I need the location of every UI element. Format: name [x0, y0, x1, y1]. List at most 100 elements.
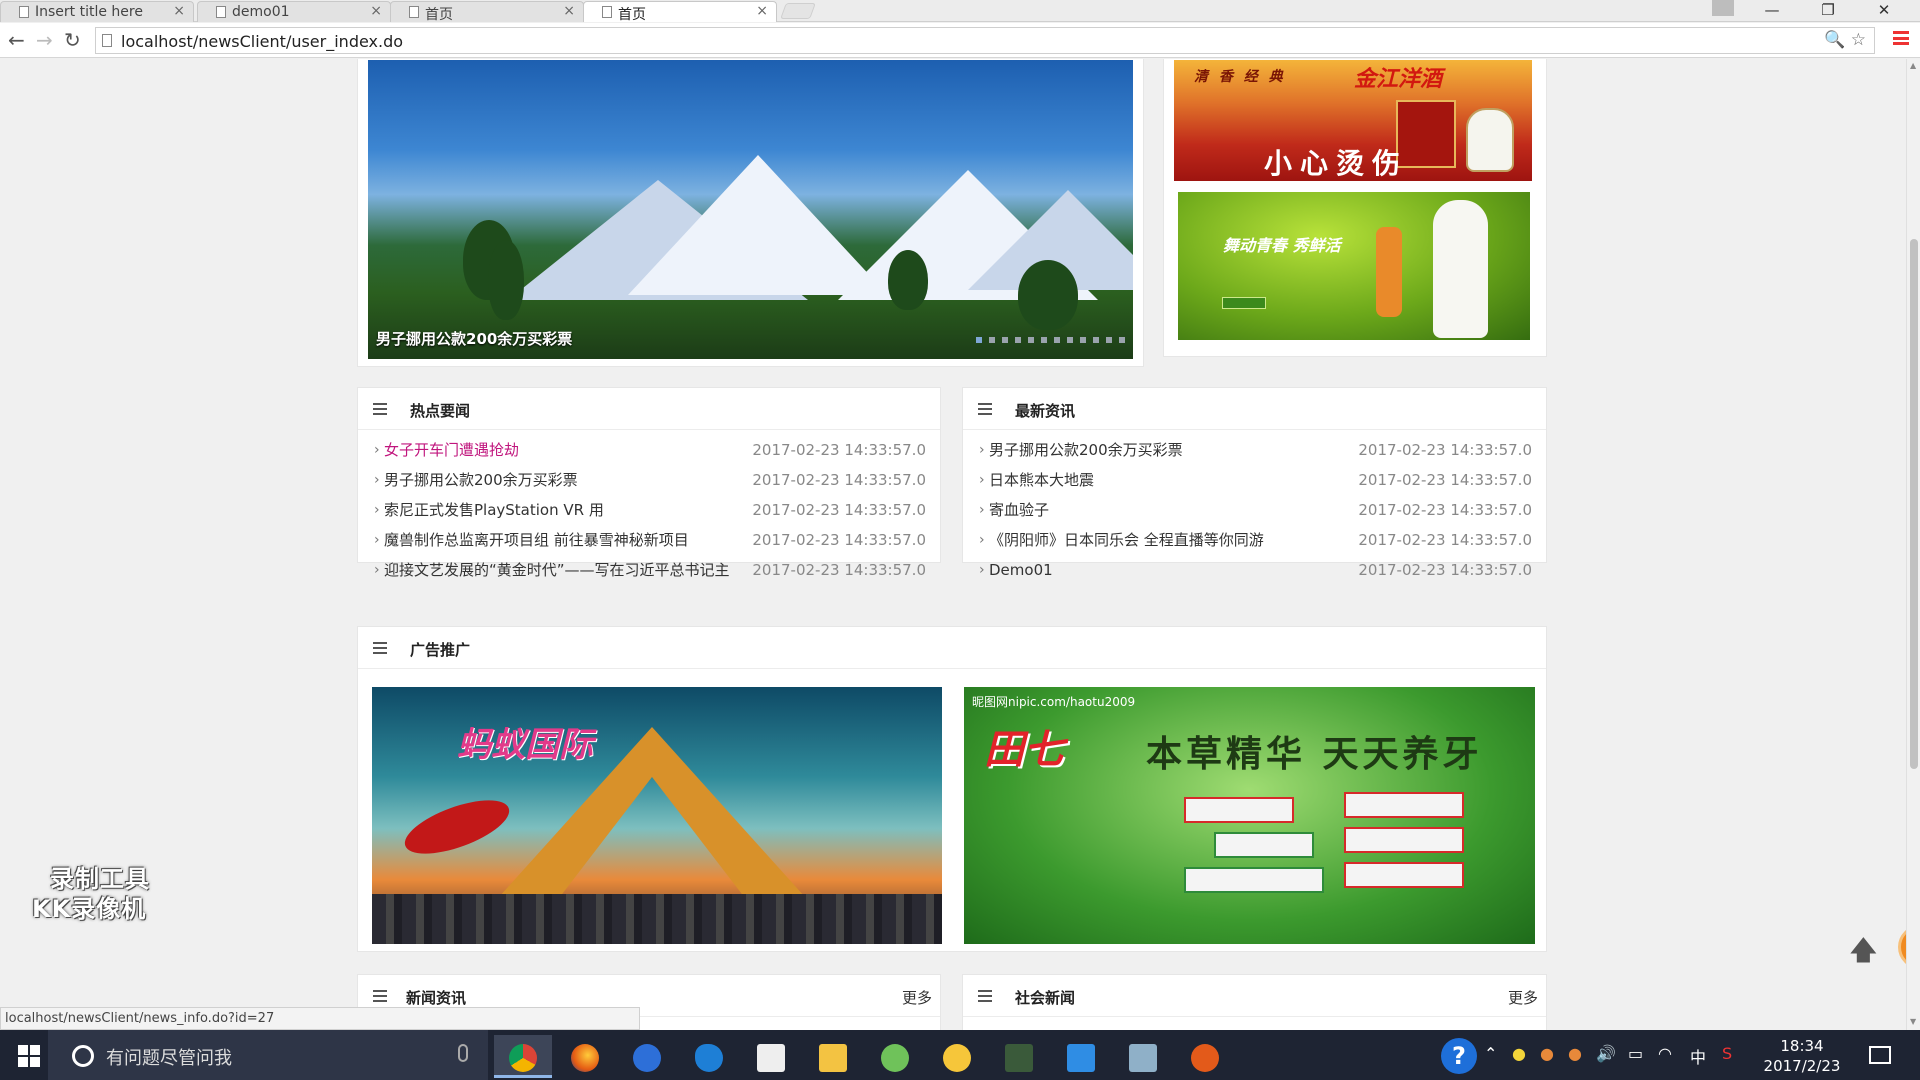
ime-indicator[interactable]: 中 [1690, 1044, 1706, 1068]
page-info-icon[interactable] [102, 34, 112, 47]
edge-taskbar-icon[interactable] [680, 1035, 738, 1078]
slider-dot[interactable] [1015, 337, 1021, 343]
news-link[interactable]: 女子开车门遭遇抢劫 [384, 439, 519, 461]
tray-app-icon[interactable]: ● [1568, 1044, 1582, 1063]
tray-app-icon[interactable]: ● [1540, 1044, 1554, 1063]
battery-icon[interactable]: ▭ [1628, 1044, 1643, 1063]
sogou-browser-taskbar-icon[interactable] [618, 1035, 676, 1078]
scrollbar-thumb[interactable] [1910, 239, 1918, 769]
cortana-search-box[interactable]: 有问题尽管问我 [48, 1030, 488, 1080]
slider-dot[interactable] [1080, 337, 1086, 343]
more-link[interactable]: 更多 [902, 987, 932, 1008]
slider-caption[interactable]: 男子挪用公款200余万买彩票 [376, 328, 572, 349]
firefox-taskbar-icon[interactable] [556, 1035, 614, 1078]
sogou-ime-icon[interactable]: S [1722, 1044, 1732, 1063]
forward-icon[interactable]: → [36, 28, 53, 52]
list-item[interactable]: › 女子开车门遭遇抢劫 2017-02-23 14:33:57.0 [374, 439, 926, 469]
app-taskbar-icon[interactable] [1052, 1035, 1110, 1078]
windows-start-icon[interactable] [18, 1045, 40, 1067]
browser-tab[interactable]: demo01 × [197, 1, 391, 22]
browser-tab[interactable]: 首页 × [390, 1, 584, 22]
app-taskbar-icon[interactable] [990, 1035, 1048, 1078]
app-taskbar-icon[interactable] [1176, 1035, 1234, 1078]
list-item[interactable]: › 男子挪用公款200余万买彩票 2017-02-23 14:33:57.0 [374, 469, 926, 499]
close-tab-icon[interactable]: × [563, 3, 575, 19]
scroll-down-icon[interactable]: ▼ [1910, 1017, 1916, 1026]
news-link[interactable]: 魔兽制作总监离开项目组 前往暴雪神秘新项目 [384, 529, 689, 551]
news-date: 2017-02-23 14:33:57.0 [752, 501, 926, 519]
slider-dot[interactable] [1041, 337, 1047, 343]
help-icon[interactable]: ? [1441, 1038, 1477, 1074]
minimize-icon[interactable]: — [1744, 0, 1800, 22]
microphone-icon[interactable] [458, 1044, 468, 1062]
close-window-icon[interactable]: ✕ [1856, 0, 1912, 22]
back-icon[interactable]: ← [8, 28, 25, 52]
news-date: 2017-02-23 14:33:57.0 [752, 441, 926, 459]
store-taskbar-icon[interactable] [742, 1035, 800, 1078]
slider-dot[interactable] [1028, 337, 1034, 343]
list-item[interactable]: › 男子挪用公款200余万买彩票 2017-02-23 14:33:57.0 [979, 439, 1532, 469]
news-link[interactable]: 寄血验子 [989, 499, 1049, 521]
toothpaste-banner-ad[interactable]: 昵图网nipic.com/haotu2009 田七 本草精华 天天养牙 [964, 687, 1535, 944]
app-taskbar-icon[interactable] [1114, 1035, 1172, 1078]
news-link[interactable]: 日本熊本大地震 [989, 469, 1094, 491]
address-bar[interactable]: localhost/newsClient/user_index.do 🔍 ☆ [95, 27, 1875, 54]
file-explorer-taskbar-icon[interactable] [804, 1035, 862, 1078]
wifi-icon[interactable]: ◠ [1658, 1044, 1672, 1063]
list-item[interactable]: › 魔兽制作总监离开项目组 前往暴雪神秘新项目 2017-02-23 14:33:5… [374, 529, 926, 559]
slider-dot[interactable] [1119, 337, 1125, 343]
more-link[interactable]: 更多 [1508, 987, 1538, 1008]
list-item[interactable]: › 迎接文艺发展的“黄金时代”——写在习近平总书记主 2017-02-23 14:3… [374, 559, 926, 589]
news-link[interactable]: 《阴阳师》日本同乐会 全程直播等你同游 [989, 529, 1264, 551]
news-link[interactable]: 迎接文艺发展的“黄金时代”——写在习近平总书记主 [384, 559, 730, 581]
browser-toolbar: ← → ↻ localhost/newsClient/user_index.do… [0, 23, 1920, 58]
close-tab-icon[interactable]: × [173, 3, 185, 19]
browser-tab-active[interactable]: 首页 × [583, 1, 777, 22]
scroll-up-icon[interactable]: ▲ [1910, 61, 1916, 70]
list-item[interactable]: › 《阴阳师》日本同乐会 全程直播等你同游 2017-02-23 14:33:57.… [979, 529, 1532, 559]
chrome-taskbar-icon[interactable] [494, 1035, 552, 1078]
new-tab-button[interactable] [780, 3, 816, 19]
action-center-icon[interactable] [1869, 1046, 1891, 1064]
list-item[interactable]: › 寄血验子 2017-02-23 14:33:57.0 [979, 499, 1532, 529]
drink-ad[interactable]: 舞动青春 秀鲜活 [1178, 192, 1530, 340]
slider-dot[interactable] [1002, 337, 1008, 343]
news-link[interactable]: 索尼正式发售PlayStation VR 用 [384, 499, 604, 521]
browser-tab[interactable]: Insert title here × [0, 1, 194, 22]
system-clock[interactable]: 18:34 2017/2/23 [1762, 1036, 1842, 1076]
zoom-icon[interactable]: 🔍 [1824, 30, 1845, 50]
reload-icon[interactable]: ↻ [64, 28, 81, 52]
slider-image[interactable]: 男子挪用公款200余万买彩票 [368, 60, 1133, 359]
list-item[interactable]: › 日本熊本大地震 2017-02-23 14:33:57.0 [979, 469, 1532, 499]
slider-dot[interactable] [1093, 337, 1099, 343]
slider-dot[interactable] [1054, 337, 1060, 343]
app-taskbar-icon[interactable] [866, 1035, 924, 1078]
ant-banner-ad[interactable]: 蚂蚁国际 [372, 687, 942, 944]
news-link[interactable]: 男子挪用公款200余万买彩票 [989, 439, 1183, 461]
browser-menu-icon[interactable] [1893, 31, 1909, 45]
close-tab-icon[interactable]: × [370, 3, 382, 19]
panel-title: 新闻资讯 [406, 989, 467, 1007]
floating-badge[interactable]: 81 [1898, 925, 1906, 969]
slider-dot[interactable] [1106, 337, 1112, 343]
back-to-top-icon[interactable]: 🡅 [1850, 932, 1877, 976]
slider-dot[interactable] [1067, 337, 1073, 343]
show-hidden-icons-chevron-icon[interactable]: ⌃ [1484, 1044, 1497, 1063]
liquor-ad[interactable]: 清 香 经 典 金江洋酒 小心烫伤 [1174, 60, 1532, 181]
news-link[interactable]: Demo01 [989, 559, 1053, 581]
tray-app-icon[interactable]: ● [1512, 1044, 1526, 1063]
app-taskbar-icon[interactable] [928, 1035, 986, 1078]
list-icon [373, 403, 387, 415]
list-item[interactable]: › Demo01 2017-02-23 14:33:57.0 [979, 559, 1532, 589]
page-scrollbar[interactable]: ▲ ▼ [1906, 59, 1920, 1030]
profile-icon[interactable] [1712, 0, 1734, 16]
slider-dot[interactable] [976, 337, 982, 343]
news-link[interactable]: 男子挪用公款200余万买彩票 [384, 469, 578, 491]
restore-icon[interactable]: ❐ [1800, 0, 1856, 22]
bookmark-star-icon[interactable]: ☆ [1851, 30, 1866, 50]
slider-dot[interactable] [989, 337, 995, 343]
close-tab-icon[interactable]: × [756, 3, 768, 19]
list-item[interactable]: › 索尼正式发售PlayStation VR 用 2017-02-23 14:33:… [374, 499, 926, 529]
volume-icon[interactable]: 🔊 [1596, 1044, 1616, 1063]
ad-button [1222, 297, 1266, 309]
